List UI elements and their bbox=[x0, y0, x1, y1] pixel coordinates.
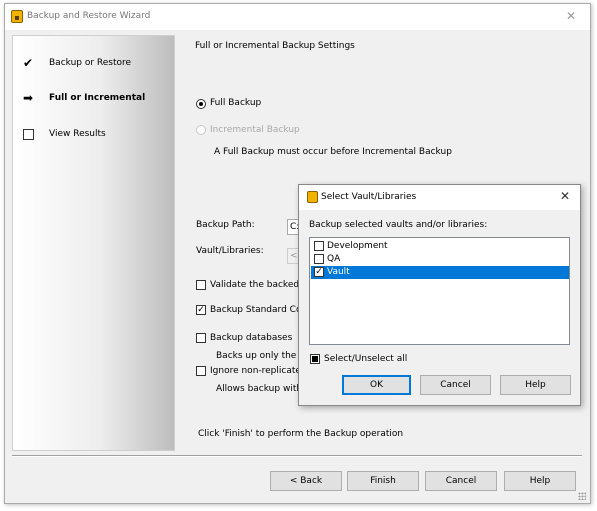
backup-standard-label[interactable]: Backup Standard Cont bbox=[210, 305, 311, 315]
dialog-ok-button[interactable]: OK bbox=[342, 375, 411, 395]
close-icon[interactable]: ✕ bbox=[566, 9, 576, 23]
validate-checkbox[interactable] bbox=[196, 280, 206, 290]
full-backup-label[interactable]: Full Backup bbox=[210, 98, 261, 108]
dialog-help-button[interactable]: Help bbox=[500, 375, 571, 395]
allows-backup-text: Allows backup witho bbox=[216, 384, 308, 394]
incremental-backup-label[interactable]: Incremental Backup bbox=[210, 125, 300, 135]
item-label: QA bbox=[327, 254, 341, 264]
back-button[interactable]: < Back bbox=[270, 471, 342, 491]
cancel-button[interactable]: Cancel bbox=[425, 471, 497, 491]
title-bar: Backup and Restore Wizard ✕ bbox=[5, 4, 590, 30]
dialog-title-bar: Select Vault/Libraries ✕ bbox=[299, 185, 580, 210]
finish-hint-text: Click 'Finish' to perform the Backup ope… bbox=[198, 429, 404, 439]
step-label: Backup or Restore bbox=[49, 58, 132, 68]
vault-list[interactable]: Development QA ✓ Vault bbox=[309, 237, 570, 345]
empty-box-icon bbox=[23, 129, 34, 140]
item-label: Development bbox=[327, 241, 388, 251]
incremental-backup-radio[interactable] bbox=[196, 125, 206, 135]
backup-standard-checkbox[interactable]: ✓ bbox=[196, 305, 206, 315]
ignore-non-replicated-checkbox[interactable] bbox=[196, 366, 206, 376]
dialog-prompt: Backup selected vaults and/or libraries: bbox=[309, 220, 488, 230]
backs-up-only-text: Backs up only the va bbox=[216, 351, 311, 361]
dialog-title: Select Vault/Libraries bbox=[321, 192, 417, 202]
item-checkbox[interactable]: ✓ bbox=[314, 267, 324, 277]
help-button[interactable]: Help bbox=[504, 471, 576, 491]
list-item-development[interactable]: Development bbox=[311, 240, 569, 253]
full-backup-note: A Full Backup must occur before Incremen… bbox=[214, 147, 452, 157]
app-icon bbox=[307, 191, 318, 203]
app-icon bbox=[11, 10, 23, 23]
backup-path-label: Backup Path: bbox=[196, 220, 255, 230]
wizard-steps-sidebar: ✔ Backup or Restore ➡ Full or Incrementa… bbox=[12, 35, 175, 451]
ignore-non-replicated-label[interactable]: Ignore non-replicated bbox=[210, 366, 307, 376]
item-checkbox[interactable] bbox=[314, 241, 324, 251]
step-full-or-incremental: ➡ Full or Incremental bbox=[21, 91, 171, 107]
resize-grip-icon[interactable] bbox=[578, 492, 586, 500]
step-backup-or-restore: ✔ Backup or Restore bbox=[21, 56, 171, 72]
dialog-cancel-button[interactable]: Cancel bbox=[420, 375, 491, 395]
step-label: Full or Incremental bbox=[49, 93, 146, 103]
close-icon[interactable]: ✕ bbox=[560, 189, 570, 203]
footer-separator bbox=[12, 455, 582, 457]
list-item-qa[interactable]: QA bbox=[311, 253, 569, 266]
list-item-vault[interactable]: ✓ Vault bbox=[311, 266, 569, 279]
step-view-results: View Results bbox=[21, 127, 171, 143]
vault-libraries-label: Vault/Libraries: bbox=[196, 246, 264, 256]
select-vault-libraries-dialog: Select Vault/Libraries ✕ Backup selected… bbox=[298, 184, 581, 406]
finish-button[interactable]: Finish bbox=[347, 471, 419, 491]
window-title: Backup and Restore Wizard bbox=[27, 11, 151, 21]
page-heading: Full or Incremental Backup Settings bbox=[195, 41, 355, 51]
backup-databases-label[interactable]: Backup databases bbox=[210, 333, 292, 343]
checkmark-icon: ✔ bbox=[22, 56, 34, 70]
arrow-right-icon: ➡ bbox=[22, 91, 34, 105]
backup-databases-checkbox[interactable] bbox=[196, 333, 206, 343]
full-backup-radio[interactable] bbox=[196, 99, 206, 109]
step-label: View Results bbox=[49, 129, 106, 139]
select-all-checkbox[interactable] bbox=[310, 354, 320, 364]
select-all-label[interactable]: Select/Unselect all bbox=[324, 354, 407, 364]
item-checkbox[interactable] bbox=[314, 254, 324, 264]
item-label: Vault bbox=[327, 267, 350, 277]
